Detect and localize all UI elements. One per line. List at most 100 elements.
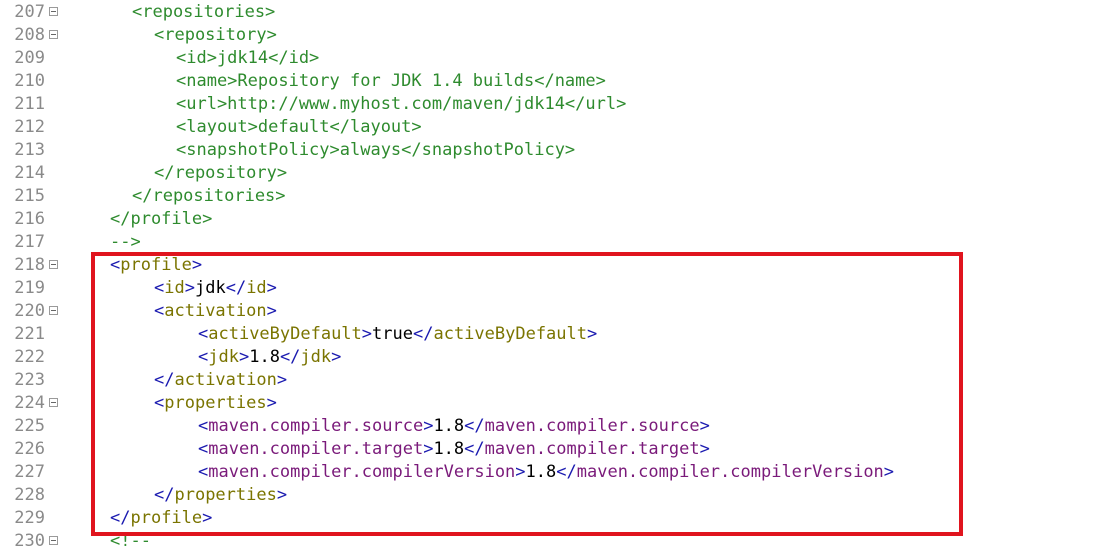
code-token: </ — [464, 439, 485, 459]
code-token: 1.8 — [525, 462, 557, 482]
code-text: --> — [110, 231, 141, 254]
code-text: <url>http://www.myhost.com/maven/jdk14</… — [176, 93, 626, 116]
line-number: 230 — [14, 531, 45, 551]
code-token: > — [423, 439, 434, 459]
code-token: </ — [154, 370, 175, 390]
code-token: > — [276, 370, 288, 390]
line-number: 220 — [14, 301, 45, 321]
code-token: id — [164, 278, 185, 298]
code-token: > — [423, 416, 434, 436]
code-token: </ — [412, 324, 434, 344]
code-token: </repository> — [154, 163, 288, 183]
code-token: properties — [164, 393, 267, 413]
code-text: <profile> — [110, 254, 202, 277]
code-token: maven.compiler.compilerVersion — [576, 462, 884, 482]
code-token: activeByDefault — [433, 324, 587, 344]
code-text: </profile> — [110, 507, 212, 530]
code-token: </ — [225, 278, 247, 298]
code-token: jdk — [300, 347, 332, 367]
code-editor[interactable]: 207 <repositories> 208 <repository> 209 <id>j… — [0, 0, 1106, 559]
code-token: <snapshotPolicy>always</snapshotPolicy> — [176, 140, 576, 160]
code-token: < — [198, 462, 209, 482]
code-token: activation — [174, 370, 277, 390]
line-number: 224 — [14, 393, 45, 413]
code-text: <snapshotPolicy>always</snapshotPolicy> — [176, 139, 575, 162]
fold-toggle-icon[interactable] — [49, 398, 58, 407]
code-text: <name>Repository for JDK 1.4 builds</nam… — [176, 70, 606, 93]
code-text: <layout>default</layout> — [176, 116, 422, 139]
fold-toggle-icon[interactable] — [49, 30, 58, 39]
code-text: <properties> — [154, 392, 277, 415]
code-token: > — [191, 255, 203, 275]
code-token: --> — [110, 232, 141, 252]
code-token: 1.8 — [433, 439, 465, 459]
code-token: id — [246, 278, 267, 298]
code-token: activeByDefault — [208, 324, 362, 344]
line-number: 211 — [14, 94, 45, 114]
code-text: <activeByDefault>true</activeByDefault> — [198, 323, 597, 346]
line-number: 217 — [14, 232, 45, 252]
code-token: jdk — [194, 278, 226, 298]
line-number: 222 — [14, 347, 45, 367]
code-text: </properties> — [154, 484, 287, 507]
code-token: < — [110, 255, 121, 275]
code-token: </ — [279, 347, 301, 367]
code-token: > — [699, 416, 710, 436]
code-text: <maven.compiler.target>1.8</maven.compil… — [198, 438, 710, 461]
code-token: < — [154, 301, 165, 321]
code-token: > — [184, 278, 195, 298]
code-token: </ — [464, 416, 485, 436]
code-token: > — [238, 347, 250, 367]
code-token: <repositories> — [132, 2, 276, 22]
code-token: properties — [174, 485, 277, 505]
line-number: 221 — [14, 324, 45, 344]
line-number: 226 — [14, 439, 45, 459]
line-number: 207 — [14, 2, 45, 22]
code-token: profile — [120, 255, 192, 275]
code-token: < — [198, 324, 209, 344]
code-token: activation — [164, 301, 267, 321]
code-text: <maven.compiler.source>1.8</maven.compil… — [198, 415, 710, 438]
code-token: > — [276, 485, 288, 505]
fold-toggle-icon[interactable] — [49, 7, 58, 16]
code-token: < — [198, 439, 209, 459]
line-number: 208 — [14, 25, 45, 45]
code-text: <id>jdk14</id> — [176, 47, 319, 70]
line-number: 227 — [14, 462, 45, 482]
code-token: > — [699, 439, 710, 459]
code-token: maven.compiler.source — [208, 416, 424, 436]
code-token: jdk — [208, 347, 239, 367]
fold-toggle-icon[interactable] — [49, 306, 58, 315]
code-token: maven.compiler.target — [484, 439, 700, 459]
code-token: > — [266, 278, 277, 298]
line-number: 223 — [14, 370, 45, 390]
code-token: <layout>default</layout> — [176, 117, 422, 137]
fold-toggle-icon[interactable] — [49, 260, 58, 269]
code-text: </repository> — [154, 162, 287, 185]
code-token: < — [154, 393, 165, 413]
code-text: <repositories> — [132, 1, 275, 24]
code-token: > — [883, 462, 895, 482]
code-token: <repository> — [154, 25, 277, 45]
code-text: <!-- — [110, 530, 151, 553]
code-token: true — [372, 324, 413, 344]
code-token: > — [587, 324, 598, 344]
code-token: maven.compiler.target — [208, 439, 424, 459]
code-token: < — [198, 347, 209, 367]
code-text: <jdk>1.8</jdk> — [198, 346, 341, 369]
code-token: maven.compiler.compilerVersion — [208, 462, 516, 482]
code-text: </profile> — [110, 208, 212, 231]
code-token: </ — [556, 462, 577, 482]
code-token: </ — [154, 485, 175, 505]
code-text: <maven.compiler.compilerVersion>1.8</mav… — [198, 461, 894, 484]
code-token: profile — [130, 508, 203, 528]
code-text: </repositories> — [132, 185, 286, 208]
line-number: 216 — [14, 209, 45, 229]
line-number: 219 — [14, 278, 45, 298]
line-number: 212 — [14, 117, 45, 137]
code-token: > — [515, 462, 526, 482]
code-text: <activation> — [154, 300, 277, 323]
fold-toggle-icon[interactable] — [49, 536, 58, 545]
code-text: <repository> — [154, 24, 277, 47]
line-number: 225 — [14, 416, 45, 436]
